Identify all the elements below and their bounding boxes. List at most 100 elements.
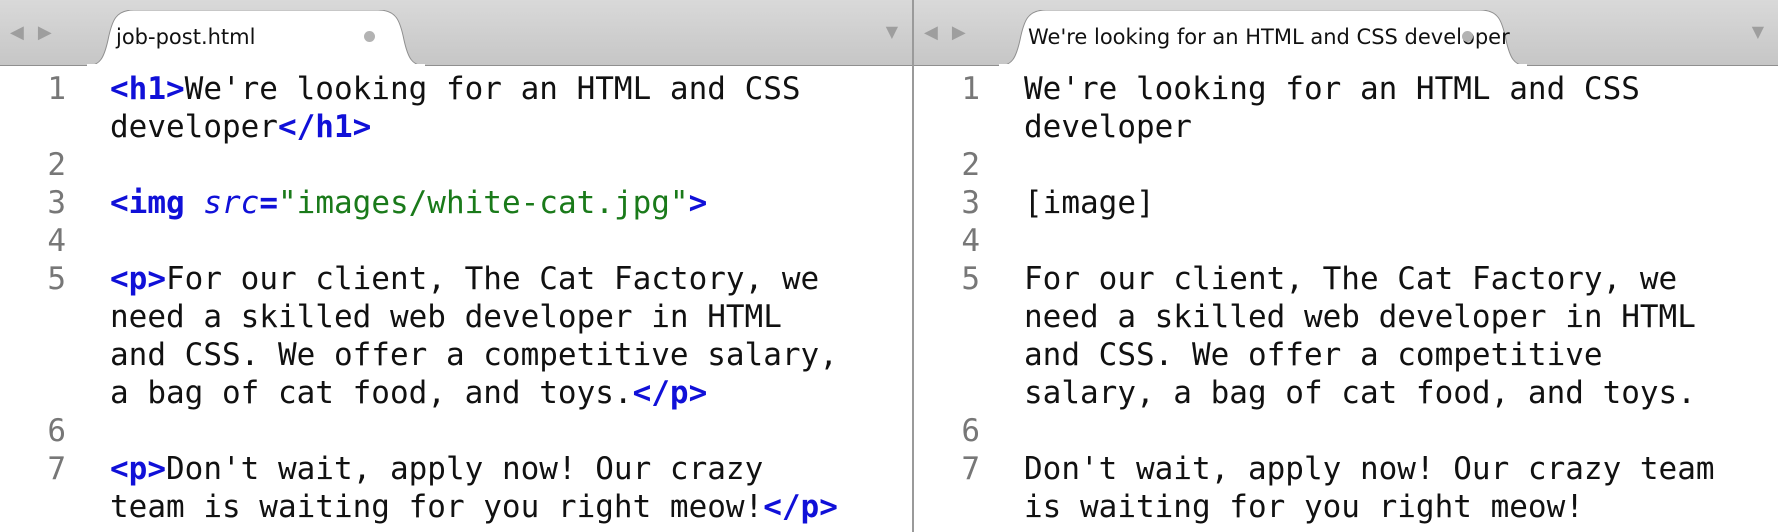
text-segment: For our client, The Cat Factory, we [1024, 261, 1678, 297]
code-line[interactable]: 2 [914, 146, 1778, 184]
line-text: Don't wait, apply now! Our crazy team [1024, 450, 1715, 488]
text-segment: Don't wait, apply now! Our crazy [166, 451, 764, 487]
line-text: and CSS. We offer a competitive salary, [110, 336, 838, 374]
tab-menu-icon[interactable]: ▼ [886, 22, 898, 41]
code-line[interactable]: 6 [0, 412, 912, 450]
code-line[interactable]: 1 <h1>We're looking for an HTML and CSS [0, 70, 912, 108]
text-segment: developer [1024, 109, 1192, 145]
code-line[interactable]: 4 [914, 222, 1778, 260]
forward-arrow-icon[interactable]: ▶ [38, 22, 52, 43]
line-number [914, 374, 980, 412]
source-pane: ◀ ▶ job-post.html ▼ 1 <h1>We're looking f… [0, 0, 914, 532]
line-number [914, 298, 980, 336]
line-text: and CSS. We offer a competitive [1024, 336, 1603, 374]
code-line[interactable]: developer</h1> [0, 108, 912, 146]
tab-title: We're looking for an HTML and CSS develo… [1028, 25, 1510, 49]
line-number: 3 [47, 185, 66, 221]
code-line[interactable]: 4 [0, 222, 912, 260]
text-segment: We're looking for an HTML and CSS [1024, 71, 1640, 107]
code-editor[interactable]: 1 <h1>We're looking for an HTML and CSS de… [0, 70, 912, 526]
code-line[interactable]: a bag of cat food, and toys.</p> [0, 374, 912, 412]
code-line[interactable]: need a skilled web developer in HTML [914, 298, 1778, 336]
syntax-tag: <p> [110, 261, 166, 297]
code-line[interactable]: and CSS. We offer a competitive [914, 336, 1778, 374]
text-preview[interactable]: 1 We're looking for an HTML and CSS develo… [914, 70, 1778, 526]
unsaved-dot-icon[interactable] [364, 31, 375, 42]
text-segment: team is waiting for you right meow! [110, 489, 764, 525]
code-line[interactable]: team is waiting for you right meow!</p> [0, 488, 912, 526]
line-number: 3 [961, 185, 980, 221]
code-line[interactable]: 7 Don't wait, apply now! Our crazy team [914, 450, 1778, 488]
code-line[interactable]: developer [914, 108, 1778, 146]
line-text: need a skilled web developer in HTML [110, 298, 782, 336]
back-arrow-icon[interactable]: ◀ [10, 22, 24, 43]
text-segment: For our client, The Cat Factory, we [166, 261, 820, 297]
back-arrow-icon[interactable]: ◀ [924, 22, 938, 43]
line-text: team is waiting for you right meow!</p> [110, 488, 838, 526]
syntax-tag: <h1> [110, 71, 185, 107]
line-text [1024, 146, 1043, 184]
line-number [0, 336, 66, 374]
preview-pane: ◀ ▶ We're looking for an HTML and CSS de… [914, 0, 1778, 532]
syntax-tag: <img [110, 185, 204, 221]
text-segment: is waiting for you right meow! [1024, 489, 1584, 525]
line-number: 7 [47, 451, 66, 487]
tab-title: job-post.html [116, 25, 256, 49]
line-text [1024, 412, 1043, 450]
line-number [914, 108, 980, 146]
line-number: 6 [47, 413, 66, 449]
line-text: We're looking for an HTML and CSS [1024, 70, 1640, 108]
line-text [1024, 222, 1043, 260]
line-number [914, 488, 980, 526]
line-number: 5 [47, 261, 66, 297]
syntax-tag: </p> [763, 489, 838, 525]
text-segment: [image] [1024, 185, 1155, 221]
line-number [0, 298, 66, 336]
code-line[interactable]: 2 [0, 146, 912, 184]
line-text: developer [1024, 108, 1192, 146]
unsaved-dot-icon[interactable] [1462, 31, 1473, 42]
line-number [0, 108, 66, 146]
syntax-str: "images/white-cat.jpg" [278, 185, 689, 221]
code-line[interactable]: is waiting for you right meow! [914, 488, 1778, 526]
line-text [110, 222, 129, 260]
syntax-tag: = [259, 185, 278, 221]
code-line[interactable]: 1 We're looking for an HTML and CSS [914, 70, 1778, 108]
line-number: 4 [961, 223, 980, 259]
line-text: [image] [1024, 184, 1155, 222]
code-line[interactable]: 3 [image] [914, 184, 1778, 222]
syntax-tag: </h1> [277, 109, 372, 145]
line-number: 2 [961, 147, 980, 183]
code-line[interactable]: 7 <p>Don't wait, apply now! Our crazy [0, 450, 912, 488]
code-line[interactable]: 5 For our client, The Cat Factory, we [914, 260, 1778, 298]
code-line[interactable]: 5 <p>For our client, The Cat Factory, we [0, 260, 912, 298]
line-text: need a skilled web developer in HTML [1024, 298, 1696, 336]
line-text: developer</h1> [110, 108, 371, 146]
code-line[interactable]: need a skilled web developer in HTML [0, 298, 912, 336]
tab-menu-icon[interactable]: ▼ [1752, 22, 1764, 41]
line-number: 1 [961, 71, 980, 107]
forward-arrow-icon[interactable]: ▶ [952, 22, 966, 43]
tab-preview[interactable]: We're looking for an HTML and CSS develo… [998, 10, 1528, 66]
line-number [914, 336, 980, 374]
text-segment: need a skilled web developer in HTML [110, 299, 782, 335]
text-segment: Don't wait, apply now! Our crazy team [1024, 451, 1715, 487]
line-number [0, 374, 66, 412]
line-text: is waiting for you right meow! [1024, 488, 1584, 526]
editor-panes: ◀ ▶ job-post.html ▼ 1 <h1>We're looking f… [0, 0, 1778, 532]
code-line[interactable]: salary, a bag of cat food, and toys. [914, 374, 1778, 412]
code-line[interactable]: 6 [914, 412, 1778, 450]
text-segment: salary, a bag of cat food, and toys. [1024, 375, 1696, 411]
line-text: a bag of cat food, and toys.</p> [110, 374, 707, 412]
syntax-tag: </p> [632, 375, 708, 411]
line-text: <p>Don't wait, apply now! Our crazy [110, 450, 763, 488]
line-text: salary, a bag of cat food, and toys. [1024, 374, 1696, 412]
text-segment: a bag of cat food, and toys. [110, 375, 633, 411]
code-line[interactable]: and CSS. We offer a competitive salary, [0, 336, 912, 374]
code-line[interactable]: 3 <img src="images/white-cat.jpg"> [0, 184, 912, 222]
text-segment: developer [110, 109, 278, 145]
text-segment: and CSS. We offer a competitive salary, [110, 337, 838, 373]
line-text: <p>For our client, The Cat Factory, we [110, 260, 819, 298]
line-text: <h1>We're looking for an HTML and CSS [110, 70, 801, 108]
tab-job-post[interactable]: job-post.html [86, 10, 426, 66]
